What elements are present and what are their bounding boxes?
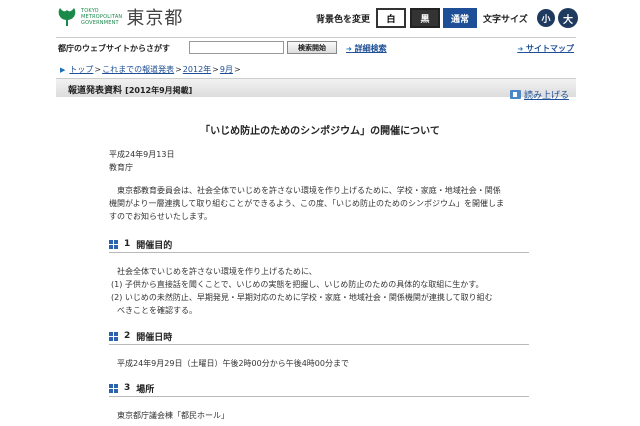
bg-color-label: 背景色を変更 bbox=[316, 15, 371, 25]
bg-normal-button[interactable]: 通常 bbox=[443, 8, 477, 28]
font-size-label: 文字サイズ bbox=[483, 15, 528, 25]
section-bullet-icon bbox=[109, 383, 118, 393]
font-large-button[interactable]: 大 bbox=[558, 8, 578, 28]
release-date: 平成24年9月13日 bbox=[109, 150, 175, 159]
sitemap-label: サイトマップ bbox=[526, 44, 574, 53]
section-body-purpose: 社会全体でいじめを許さない環境を作り上げるために、 (1) 子供から直接話を聞く… bbox=[111, 267, 493, 315]
section-body-datetime: 平成24年9月29日（土曜日）午後2時00分から午後4時00分まで bbox=[117, 359, 349, 368]
section-heading-purpose: 1 開催目的 bbox=[109, 236, 529, 253]
sitemap-link[interactable]: ➜ サイトマップ bbox=[517, 43, 574, 54]
report-title-text: 報道発表資料 bbox=[68, 86, 123, 96]
bg-white-button[interactable]: 白 bbox=[376, 8, 406, 28]
section-heading-venue: 3 場所 bbox=[109, 380, 529, 397]
section-heading-datetime: 2 開催日時 bbox=[109, 328, 529, 345]
department: 教育庁 bbox=[109, 163, 133, 172]
breadcrumb-press-archive[interactable]: これまでの報道発表 bbox=[102, 64, 174, 75]
report-period: [2012年9月掲載] bbox=[125, 86, 193, 95]
report-title: 報道発表資料 [2012年9月掲載] bbox=[68, 83, 192, 96]
site-header: TOKYO METROPOLITAN GOVERNMENT 東京都 背景色を変更… bbox=[0, 0, 640, 36]
breadcrumb-separator: > bbox=[175, 65, 182, 74]
logo-subtitle: TOKYO METROPOLITAN GOVERNMENT bbox=[81, 8, 123, 26]
breadcrumb-month[interactable]: 9月 bbox=[220, 64, 233, 75]
section-body-venue: 東京都庁議会棟「都民ホール」 bbox=[117, 411, 229, 420]
breadcrumb-year[interactable]: 2012年 bbox=[183, 64, 211, 75]
read-aloud-label: 読み上げる bbox=[524, 91, 570, 101]
search-caption: 都庁のウェブサイトからさがす bbox=[58, 44, 170, 53]
triangle-right-icon: ▶ bbox=[60, 65, 66, 74]
report-header-bar: 報道発表資料 [2012年9月掲載] bbox=[56, 78, 576, 97]
page-title: 「いじめ防止のためのシンポジウム」の開催について bbox=[200, 126, 440, 137]
speaker-icon bbox=[510, 90, 521, 99]
intro-paragraph: 東京都教育委員会は、社会全体でいじめを許さない環境を作り上げるために、学校・家庭… bbox=[109, 186, 505, 221]
breadcrumb-separator: > bbox=[233, 65, 241, 74]
section-bullet-icon bbox=[109, 331, 118, 341]
section-bullet-icon bbox=[109, 239, 118, 249]
read-aloud-link[interactable]: 読み上げる bbox=[510, 88, 569, 101]
tokyo-logo[interactable]: TOKYO METROPOLITAN GOVERNMENT 東京都 bbox=[56, 4, 183, 30]
breadcrumb-separator: > bbox=[94, 65, 102, 74]
logo-title: 東京都 bbox=[126, 8, 184, 29]
arrow-right-icon: ➜ bbox=[517, 45, 524, 53]
breadcrumb-top[interactable]: トップ bbox=[69, 64, 93, 75]
breadcrumb-separator: > bbox=[212, 65, 219, 74]
search-input[interactable] bbox=[189, 41, 284, 54]
bg-black-button[interactable]: 黒 bbox=[410, 8, 440, 28]
advanced-search-link[interactable]: ➜ 詳細検索 bbox=[346, 43, 387, 54]
breadcrumb: ▶ トップ > これまでの報道発表 > 2012年 > 9月 > bbox=[60, 64, 242, 75]
search-bar: 都庁のウェブサイトからさがす 検索開始 ➜ 詳細検索 ➜ サイトマップ bbox=[56, 37, 576, 57]
arrow-right-icon: ➜ bbox=[346, 45, 352, 53]
ginkgo-icon bbox=[58, 8, 76, 26]
advanced-search-label: 詳細検索 bbox=[354, 44, 387, 53]
search-button[interactable]: 検索開始 bbox=[287, 41, 337, 54]
font-small-button[interactable]: 小 bbox=[537, 9, 555, 27]
